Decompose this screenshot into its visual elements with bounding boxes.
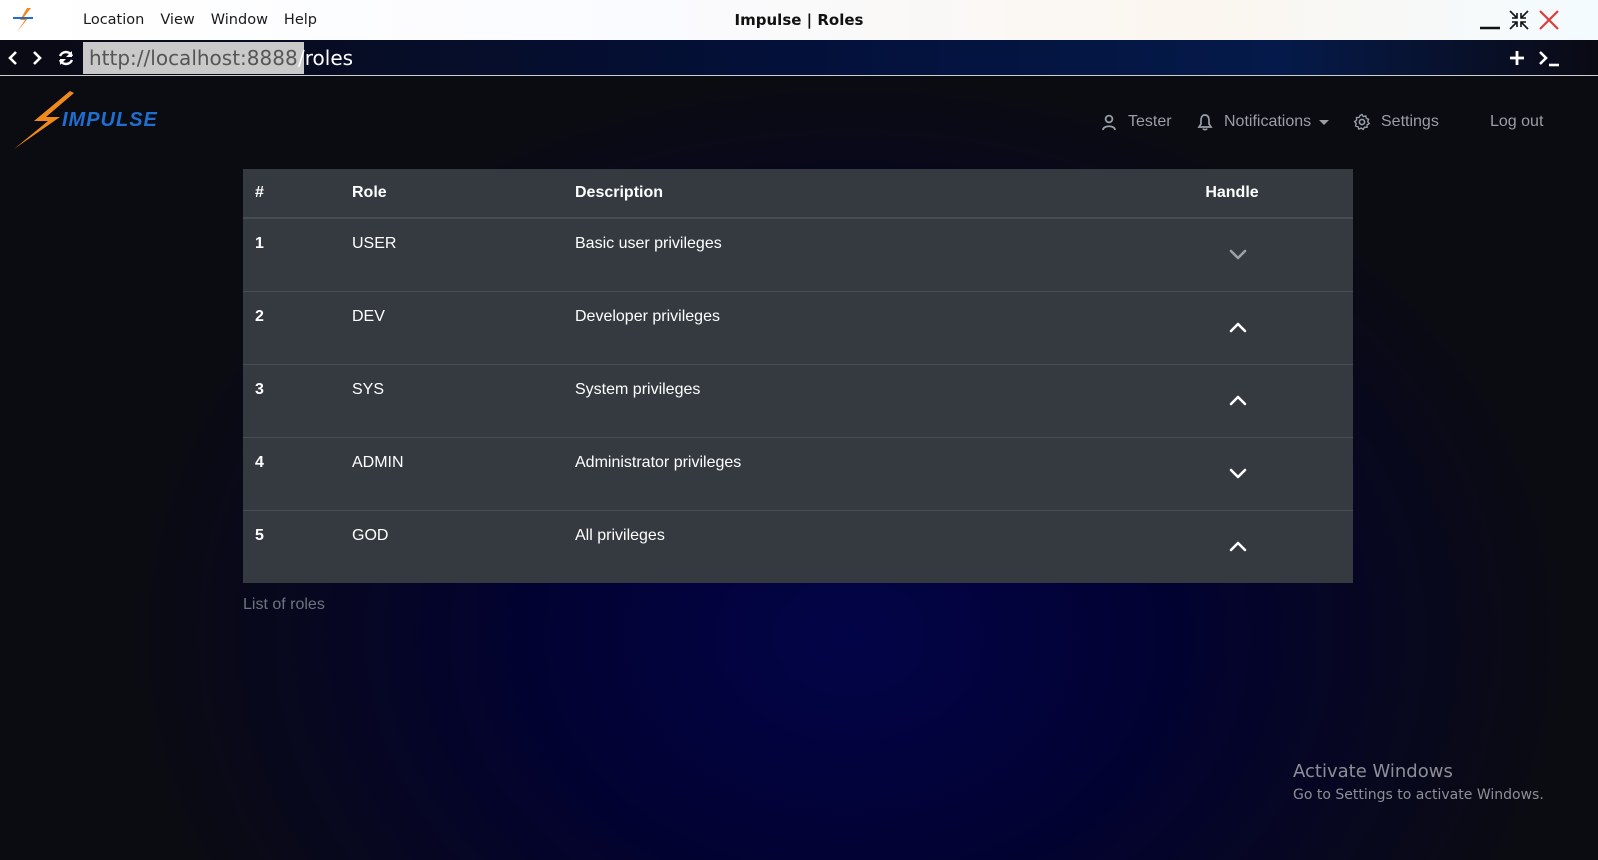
- row-number: 4: [243, 436, 340, 510]
- reload-icon[interactable]: [56, 48, 76, 68]
- table-row: 4 ADMIN Administrator privileges: [243, 436, 1353, 510]
- user-icon: [1102, 114, 1116, 131]
- caret-down-icon: [1319, 119, 1330, 125]
- watermark-title: Activate Windows: [1293, 761, 1453, 782]
- menu-item-help[interactable]: Help: [284, 12, 317, 28]
- title-bar: Location View Window Help Impulse | Role…: [0, 0, 1598, 40]
- url-host[interactable]: http://localhost:8888: [83, 42, 304, 74]
- chevron-up-icon[interactable]: [1227, 535, 1249, 557]
- row-role: USER: [352, 235, 397, 252]
- table-header-row: # Role Description Handle: [243, 169, 1353, 219]
- table-row: 1 USER Basic user privileges: [243, 218, 1353, 291]
- restore-icon[interactable]: [1507, 8, 1531, 32]
- watermark-subtitle: Go to Settings to activate Windows.: [1293, 787, 1544, 803]
- header-handle: Handle: [1123, 169, 1353, 219]
- roles-table-body: 1 USER Basic user privileges 2 DEV Developer …: [243, 218, 1353, 583]
- menu-item-view[interactable]: View: [160, 12, 194, 28]
- user-name: Tester: [1128, 113, 1172, 130]
- menu-bar: Location View Window Help: [83, 0, 333, 40]
- address-bar: http://localhost:8888 /roles: [0, 40, 1598, 76]
- row-description: Administrator privileges: [563, 436, 1123, 510]
- table-row: 2 DEV Developer privileges: [243, 290, 1353, 364]
- logout-link[interactable]: Log out: [1490, 112, 1543, 132]
- settings-link[interactable]: Settings: [1353, 112, 1439, 132]
- notifications-dropdown[interactable]: Notifications: [1196, 112, 1330, 132]
- activate-windows-watermark: Activate Windows Go to Settings to activ…: [1293, 761, 1544, 803]
- row-description: System privileges: [563, 363, 1123, 437]
- header-number: #: [243, 169, 340, 219]
- row-role: SYS: [340, 363, 563, 437]
- table-row: 5 GOD All privileges: [243, 509, 1353, 583]
- menu-item-window[interactable]: Window: [211, 12, 268, 28]
- header-role: Role: [340, 169, 563, 219]
- row-handle: [1123, 363, 1353, 437]
- main-content: IMPULSE Tester Notifications Settings Lo…: [0, 77, 1598, 860]
- chevron-down-icon[interactable]: [1227, 462, 1249, 484]
- row-role: ADMIN: [340, 436, 563, 510]
- roles-table: # Role Description Handle 1 USER Basic use…: [243, 169, 1353, 583]
- user-menu[interactable]: Tester: [1100, 112, 1172, 132]
- chevron-up-icon[interactable]: [1227, 389, 1249, 411]
- header-description: Description: [563, 169, 1123, 219]
- notifications-label: Notifications: [1224, 113, 1312, 130]
- url-path-input[interactable]: /roles: [298, 42, 353, 74]
- table-row: 3 SYS System privileges: [243, 363, 1353, 437]
- row-number: 3: [243, 363, 340, 437]
- row-number: 2: [243, 290, 340, 364]
- app-logo-icon: [13, 8, 33, 32]
- row-handle: [1123, 436, 1353, 510]
- row-description: Basic user privileges: [575, 235, 722, 252]
- impulse-logo[interactable]: IMPULSE: [14, 91, 174, 149]
- row-handle: [1123, 509, 1353, 583]
- row-role: DEV: [340, 290, 563, 364]
- bell-icon: [1197, 114, 1213, 131]
- table-caption: List of roles: [243, 596, 325, 613]
- settings-label: Settings: [1381, 113, 1439, 130]
- chevron-down-icon[interactable]: [1227, 243, 1249, 265]
- brand-name: IMPULSE: [62, 109, 158, 131]
- close-icon[interactable]: [1537, 8, 1561, 32]
- row-number: 5: [243, 509, 340, 583]
- chevron-up-icon[interactable]: [1227, 316, 1249, 338]
- new-tab-icon[interactable]: [1507, 48, 1527, 68]
- menu-item-location[interactable]: Location: [83, 12, 144, 28]
- terminal-icon[interactable]: [1537, 48, 1561, 68]
- row-number: 1: [255, 235, 264, 252]
- row-role: GOD: [340, 509, 563, 583]
- row-handle: [1123, 218, 1353, 291]
- gear-icon: [1353, 113, 1371, 131]
- back-icon[interactable]: [3, 48, 23, 68]
- row-description: Developer privileges: [563, 290, 1123, 364]
- minimize-icon[interactable]: [1478, 8, 1502, 32]
- row-description: All privileges: [563, 509, 1123, 583]
- row-handle: [1123, 290, 1353, 364]
- forward-icon[interactable]: [27, 48, 47, 68]
